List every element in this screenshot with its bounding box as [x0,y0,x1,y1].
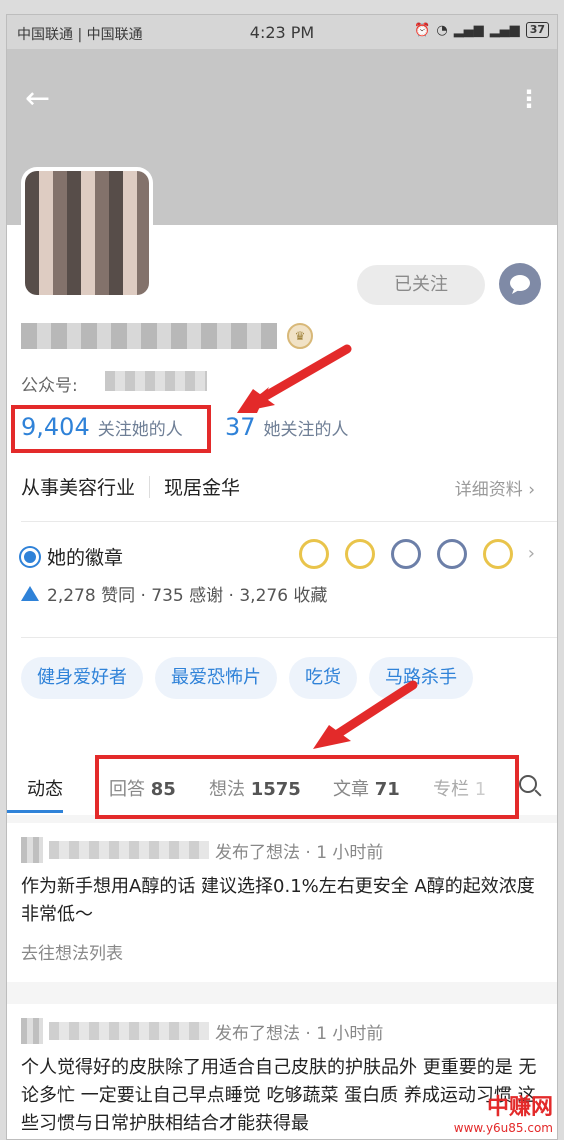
back-arrow-icon[interactable]: ← [25,84,50,114]
signal-icon: ▂▄▆ [453,22,484,38]
profile-tabs: 动态 回答 85 想法 1575 文章 71 专栏 1 [7,755,557,819]
chevron-right-icon[interactable]: › [528,543,535,564]
feed-action-text: 发布了想法 · 1 小时前 [215,1023,384,1044]
stats-text: 2,278 赞同 · 735 感谢 · 3,276 收藏 [47,586,328,606]
highlight-box-tabs [95,755,519,819]
divider [21,637,557,638]
detail-link-label: 详细资料 [454,480,523,500]
upvote-triangle-icon [21,586,39,601]
divider [21,521,557,522]
badges-list[interactable] [299,539,513,569]
message-button[interactable] [499,263,541,305]
status-icons: ⏰ ◔ ▂▄▆ ▂▄▆ 37 [414,22,549,38]
avatar[interactable] [21,167,153,299]
feed-item-header: 发布了想法 · 1 小时前 [21,1018,543,1044]
feed-action-text: 发布了想法 · 1 小时前 [215,842,384,863]
feed-avatar-blurred [21,837,43,863]
badges-row[interactable]: 她的徽章 [21,543,123,570]
detail-link[interactable]: 详细资料 › [455,475,535,500]
status-bar: 中国联通 | 中国联通 4:23 PM ⏰ ◔ ▂▄▆ ▂▄▆ 37 [7,15,557,49]
industry-text: 从事美容行业 [21,477,136,499]
followed-button[interactable]: 已关注 [357,265,485,305]
feed-avatar-blurred [21,1018,43,1044]
badge-icon-4 [437,539,467,569]
alarm-icon: ⏰ [414,22,431,38]
watermark-url: www.y6u85.com [453,1121,553,1135]
public-account-blurred [105,371,207,391]
feed-name-blurred [49,841,209,859]
badge-icon-1 [299,539,329,569]
tag-chip[interactable]: 健身爱好者 [21,657,143,699]
search-icon[interactable] [519,775,537,793]
more-vertical-icon[interactable]: ⋮ [517,87,541,111]
badges-title: 她的徽章 [47,547,124,569]
tag-chip[interactable]: 最爱恐怖片 [155,657,277,699]
signal-icon-2: ▂▄▆ [489,22,520,38]
profile-info-row: 从事美容行业 现居金华 [21,473,240,500]
phone-screen: 中国联通 | 中国联通 4:23 PM ⏰ ◔ ▂▄▆ ▂▄▆ 37 ← ⋮ 已… [6,14,558,1140]
tab-activity[interactable]: 动态 [27,775,63,801]
location-text: 现居金华 [164,477,241,499]
watermark: 中赚网 www.y6u85.com [454,1089,553,1135]
feed-name-blurred [49,1022,209,1040]
avatar-image-blurred [25,171,149,295]
badge-ribbon-icon [21,547,39,566]
active-tab-indicator [7,810,63,813]
battery-icon: 37 [525,22,549,38]
profile-card: 已关注 ♛ 公众号: 9,404 关注她的人 37 她关注的人 从事美容行业 现… [7,225,557,819]
red-arrow-annotation-1 [237,344,352,413]
feed-item[interactable]: 发布了想法 · 1 小时前 作为新手想用A醇的话 建议选择0.1%左右更安全 A… [7,823,557,982]
feed-item-link[interactable]: 去往想法列表 [21,939,543,964]
red-arrow-annotation-2 [313,680,418,749]
feed-item-header: 发布了想法 · 1 小时前 [21,837,543,863]
feed-item-body: 作为新手想用A醇的话 建议选择0.1%左右更安全 A醇的起效浓度非常低～ [21,876,535,925]
badge-icon-2 [345,539,375,569]
wifi-icon: ◔ [436,22,448,38]
watermark-name: 中赚网 [486,1095,553,1120]
info-separator [149,475,151,498]
chat-bubble-icon [510,275,530,294]
public-account-label: 公众号: [21,376,78,396]
badge-icon-5 [483,539,513,569]
highlight-box-followers [11,405,211,453]
stats-row: 2,278 赞同 · 735 感谢 · 3,276 收藏 [21,581,327,606]
badge-icon-3 [391,539,421,569]
